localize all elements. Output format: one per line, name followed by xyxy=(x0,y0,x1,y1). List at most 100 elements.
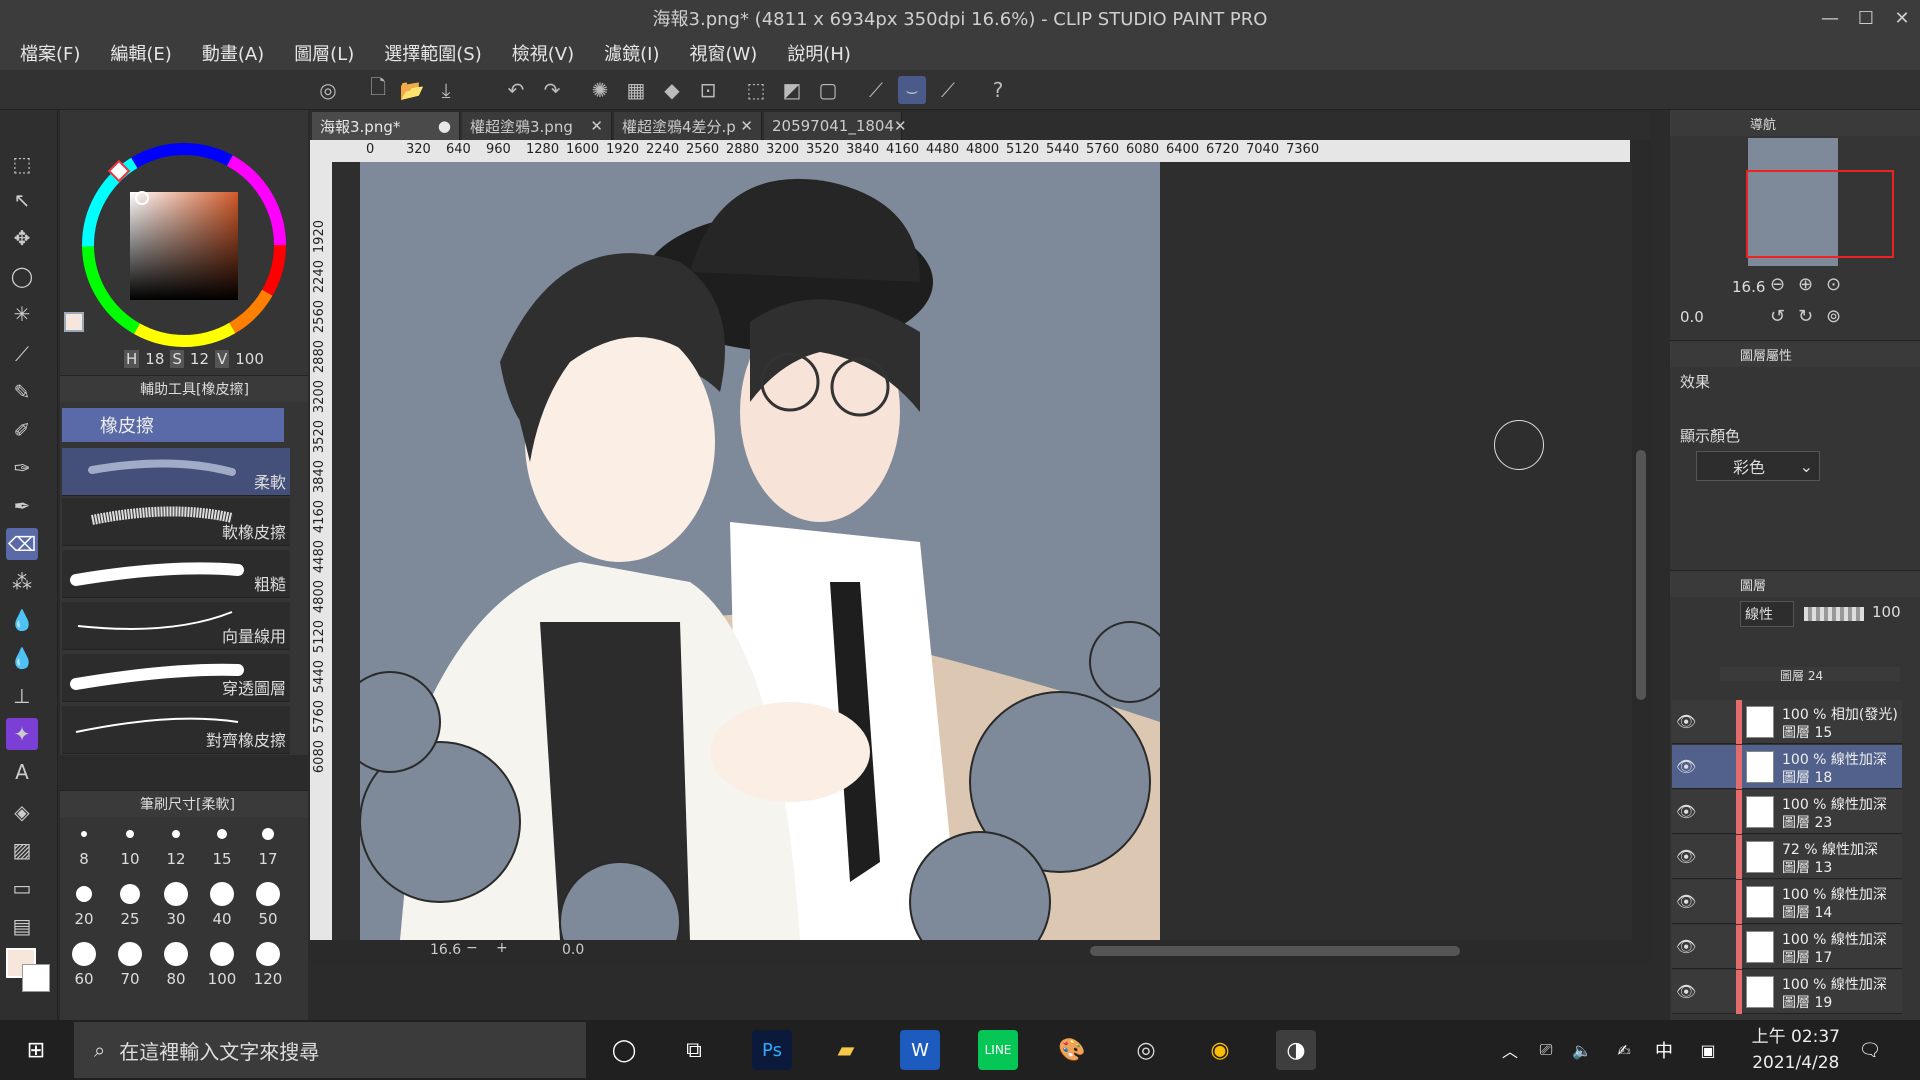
text-tool-icon[interactable]: A xyxy=(6,756,38,788)
blend-tool-icon[interactable]: 💧 xyxy=(6,604,38,636)
subtool-group-eraser[interactable]: 橡皮擦 xyxy=(62,408,284,442)
lasso-tool-icon[interactable]: ◯ xyxy=(6,260,38,292)
brush-size-option[interactable]: 10 xyxy=(108,822,152,880)
tray-chevron-icon[interactable]: ︿ xyxy=(1490,1030,1530,1070)
figure-tool-icon[interactable]: ✦ xyxy=(6,718,38,750)
undo-icon[interactable]: ↶ xyxy=(502,76,530,104)
brush-size-option[interactable]: 20 xyxy=(62,882,106,940)
save-icon[interactable]: ⤓ xyxy=(432,76,460,104)
brush-size-option[interactable]: 100 xyxy=(200,942,244,1000)
property-tab[interactable]: 圖層屬性 xyxy=(1670,341,1920,367)
clip-studio-taskbar-icon[interactable]: ◎ xyxy=(1126,1030,1166,1070)
word-icon[interactable]: W xyxy=(900,1030,940,1070)
layer-row[interactable]: 👁 100 % 線性加深 圖層 23 xyxy=(1672,790,1902,834)
reset-rotation-icon[interactable]: ⊚ xyxy=(1826,306,1841,327)
layer-partial[interactable]: 圖層 24 xyxy=(1720,667,1900,681)
menu-filter[interactable]: 濾鏡(I) xyxy=(604,40,659,66)
brush-tool-icon[interactable]: ✑ xyxy=(6,452,38,484)
network-icon[interactable]: ⎚ xyxy=(1526,1030,1566,1070)
stamp-tool-icon[interactable]: ⊥ xyxy=(6,680,38,712)
special-ruler-snap-icon[interactable]: ⌣ xyxy=(898,76,926,104)
eye-icon[interactable]: 👁 xyxy=(1676,757,1696,776)
brush-size-option[interactable]: 15 xyxy=(200,822,244,880)
sub-color-swatch[interactable] xyxy=(22,964,50,992)
vertical-scrollbar[interactable] xyxy=(1632,140,1650,940)
grid-snap-icon[interactable]: ⟋ xyxy=(934,76,962,104)
menu-window[interactable]: 視窗(W) xyxy=(689,40,757,66)
task-view-icon[interactable]: ⧉ xyxy=(674,1030,714,1070)
minimize-button[interactable]: — xyxy=(1812,0,1848,36)
taskbar-search[interactable]: ⌕ 在這裡輸入文字來搜尋 xyxy=(74,1022,586,1078)
show-selection-icon[interactable]: ▢ xyxy=(814,76,842,104)
tab-poster3[interactable]: 海報3.png* ● xyxy=(312,112,460,140)
navigator-view-box[interactable] xyxy=(1746,170,1894,258)
menu-layer[interactable]: 圖層(L) xyxy=(294,40,354,66)
paint-icon[interactable]: 🎨 xyxy=(1052,1030,1092,1070)
menu-file[interactable]: 檔案(F) xyxy=(20,40,80,66)
clip-studio-paint-icon[interactable]: ◑ xyxy=(1276,1030,1316,1070)
zoom-out-nav-icon[interactable]: ⊖ xyxy=(1770,274,1785,295)
clip-studio-icon[interactable]: ◎ xyxy=(314,76,342,104)
airbrush-tool-icon[interactable]: ✒ xyxy=(6,490,38,522)
volume-icon[interactable]: 🔈 xyxy=(1562,1030,1602,1070)
help-icon[interactable]: ? xyxy=(984,76,1012,104)
opacity-slider[interactable] xyxy=(1804,607,1864,621)
ime-mode-icon[interactable]: ▣ xyxy=(1688,1030,1728,1070)
brush-size-option[interactable]: 12 xyxy=(154,822,198,880)
close-button[interactable]: ✕ xyxy=(1884,0,1920,36)
brush-size-option[interactable]: 40 xyxy=(200,882,244,940)
chrome-icon[interactable]: ◉ xyxy=(1200,1030,1240,1070)
blend-alt-tool-icon[interactable]: 💧 xyxy=(6,642,38,674)
layer-tab[interactable]: 圖層 xyxy=(1670,571,1920,597)
menu-help[interactable]: 說明(H) xyxy=(787,40,851,66)
eye-icon[interactable]: 👁 xyxy=(1676,892,1696,911)
eye-icon[interactable]: 👁 xyxy=(1676,802,1696,821)
ime-indicator[interactable]: 中 xyxy=(1644,1030,1684,1070)
scroll-thumb[interactable] xyxy=(1636,450,1646,700)
eye-icon[interactable]: 👁 xyxy=(1676,712,1696,731)
shape-tool-icon[interactable]: ▭ xyxy=(6,872,38,904)
brush-vector[interactable]: 向量線用 xyxy=(62,602,290,650)
brush-size-option[interactable]: 25 xyxy=(108,882,152,940)
brush-size-option[interactable]: 80 xyxy=(154,942,198,1000)
nav-angle-value[interactable]: 0.0 xyxy=(1680,308,1704,326)
pen-tray-icon[interactable]: ✍ xyxy=(1604,1030,1644,1070)
layer-row[interactable]: 👁 100 % 線性加深 圖層 19 xyxy=(1672,970,1902,1014)
rotate-right-icon[interactable]: ↻ xyxy=(1798,306,1813,327)
operation-tool-icon[interactable]: ↖ xyxy=(6,184,38,216)
brush-snap-eraser[interactable]: 對齊橡皮擦 xyxy=(62,706,290,754)
selection-tool-icon[interactable]: ⬚ xyxy=(6,148,38,180)
ruler-snap-icon[interactable]: ⟋ xyxy=(862,76,890,104)
gradient-tool-icon[interactable]: ▨ xyxy=(6,834,38,866)
notification-icon[interactable]: 🗨 xyxy=(1850,1030,1890,1070)
brush-size-option[interactable]: 50 xyxy=(246,882,290,940)
frame-tool-icon[interactable]: ▤ xyxy=(6,910,38,942)
current-color-swatch[interactable] xyxy=(64,312,84,332)
pencil-tool-icon[interactable]: ✐ xyxy=(6,414,38,446)
clear-outside-icon[interactable]: ▦ xyxy=(622,76,650,104)
fill-tool-icon[interactable]: ◈ xyxy=(6,796,38,828)
brush-through-layer[interactable]: 穿透圖層 xyxy=(62,654,290,702)
eye-icon[interactable]: 👁 xyxy=(1676,982,1696,1001)
brush-size-option[interactable]: 17 xyxy=(246,822,290,880)
brush-soft-eraser[interactable]: 軟橡皮擦 xyxy=(62,498,290,546)
magic-wand-icon[interactable]: ✳ xyxy=(6,298,38,330)
opacity-value[interactable]: 100 xyxy=(1872,603,1901,621)
eyedropper-icon[interactable]: ⟋ xyxy=(6,338,38,370)
line-icon[interactable]: LINE xyxy=(978,1030,1018,1070)
new-file-icon[interactable]: 🗋 xyxy=(364,75,392,104)
layer-row[interactable]: 👁 100 % 線性加深 圖層 14 xyxy=(1672,880,1902,924)
eye-icon[interactable]: 👁 xyxy=(1676,847,1696,866)
move-tool-icon[interactable]: ✥ xyxy=(6,222,38,254)
photoshop-icon[interactable]: Ps xyxy=(752,1030,792,1070)
redo-icon[interactable]: ↷ xyxy=(538,76,566,104)
layer-row[interactable]: 👁 72 % 線性加深 圖層 13 xyxy=(1672,835,1902,879)
navigator-tab[interactable]: 導航 xyxy=(1670,110,1920,136)
color-mode-select[interactable]: 彩色 ⌄ xyxy=(1696,451,1820,481)
open-folder-icon[interactable]: 📂 xyxy=(398,76,426,104)
cortana-icon[interactable]: ◯ xyxy=(604,1030,644,1070)
zoom-in-nav-icon[interactable]: ⊕ xyxy=(1798,274,1813,295)
canvas-zoom-value[interactable]: 16.6 xyxy=(430,942,461,958)
taskbar-clock[interactable]: 上午 02:37 2021/4/28 xyxy=(1752,1024,1840,1076)
layer-row[interactable]: 👁 100 % 相加(發光) 圖層 15 xyxy=(1672,700,1902,744)
